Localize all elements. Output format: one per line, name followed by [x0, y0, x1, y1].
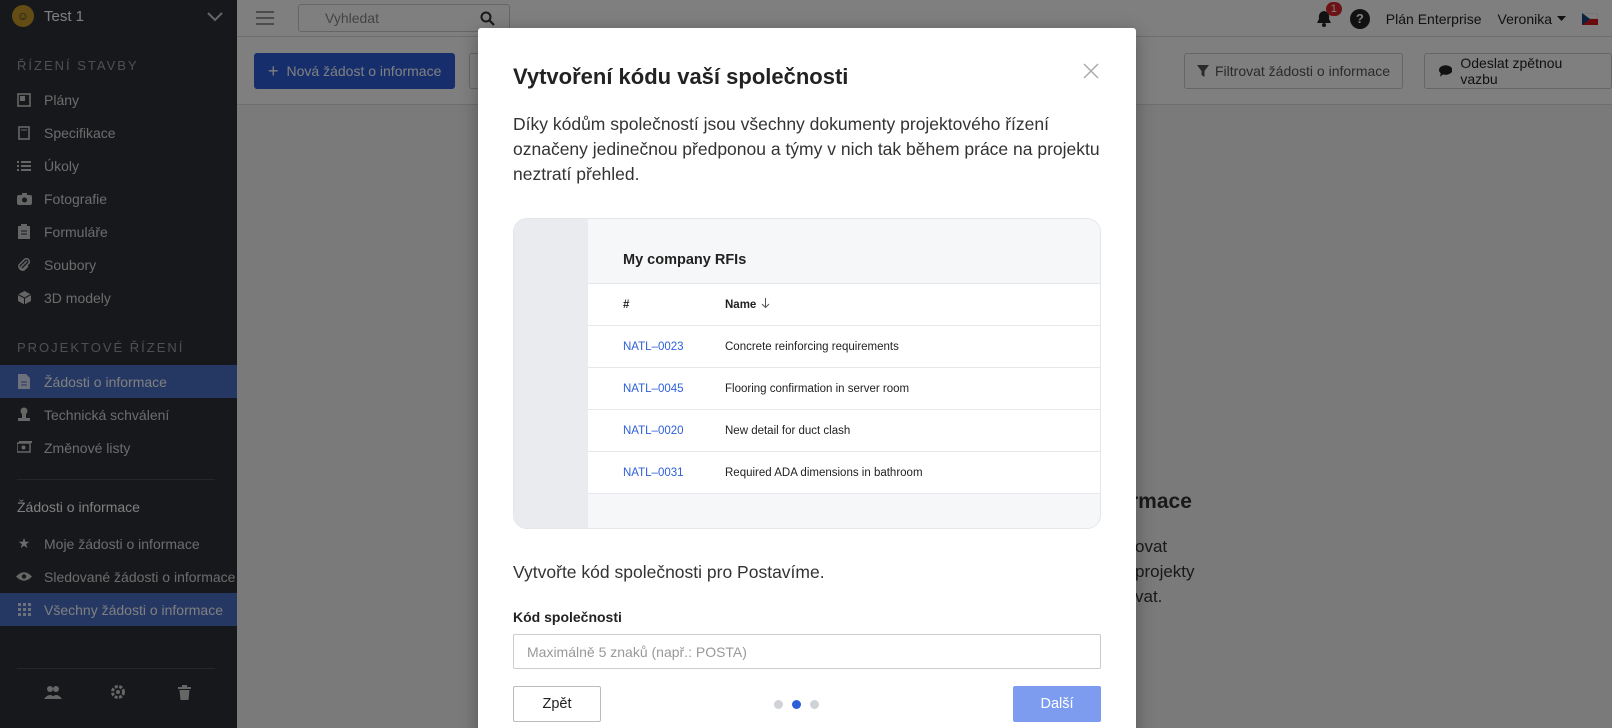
back-button[interactable]: Zpět	[513, 686, 601, 722]
rfi-name: Concrete reinforcing requirements	[725, 340, 899, 353]
close-icon[interactable]	[1082, 62, 1100, 80]
rfi-name: Required ADA dimensions in bathroom	[725, 466, 923, 479]
step-dot-active	[792, 700, 801, 709]
modal-description: Díky kódům společností jsou všechny doku…	[513, 114, 1100, 184]
preview-sidebar	[514, 219, 588, 528]
company-code-modal: Vytvoření kódu vaší společnosti Díky kód…	[478, 28, 1136, 728]
table-header-row: # Name	[588, 284, 1100, 326]
step-indicator	[774, 700, 819, 709]
table-row: NATL–0045 Flooring confirmation in serve…	[588, 368, 1100, 410]
modal-title: Vytvoření kódu vaší společnosti	[513, 64, 849, 89]
rfi-code-link: NATL–0031	[623, 466, 684, 479]
arrow-down-icon	[761, 298, 770, 308]
rfi-preview-illustration: My company RFIs # Name NATL–0023 Concret…	[513, 218, 1101, 529]
company-code-input[interactable]	[513, 634, 1101, 669]
column-header-name: Name	[725, 298, 1100, 311]
modal-prompt: Vytvořte kód společnosti pro Postavíme.	[513, 562, 825, 582]
rfi-name: Flooring confirmation in server room	[725, 382, 910, 395]
rfi-code-link: NATL–0023	[623, 340, 684, 353]
rfi-code-link: NATL–0020	[623, 424, 684, 437]
company-code-label: Kód společnosti	[513, 609, 622, 625]
table-row: NATL–0031 Required ADA dimensions in bat…	[588, 452, 1100, 494]
step-dot	[810, 700, 819, 709]
preview-main: My company RFIs # Name NATL–0023 Concret…	[588, 219, 1100, 528]
rfi-code-link: NATL–0045	[623, 382, 684, 395]
table-row: NATL–0023 Concrete reinforcing requireme…	[588, 326, 1100, 368]
preview-title: My company RFIs	[623, 252, 747, 268]
rfi-name: New detail for duct clash	[725, 424, 851, 437]
column-header-number: #	[623, 298, 630, 311]
table-row: NATL–0020 New detail for duct clash	[588, 410, 1100, 452]
next-button[interactable]: Další	[1013, 686, 1101, 722]
step-dot	[774, 700, 783, 709]
column-header-name-label: Name	[725, 299, 757, 311]
preview-table: # Name NATL–0023 Concrete reinforcing re…	[588, 283, 1100, 494]
